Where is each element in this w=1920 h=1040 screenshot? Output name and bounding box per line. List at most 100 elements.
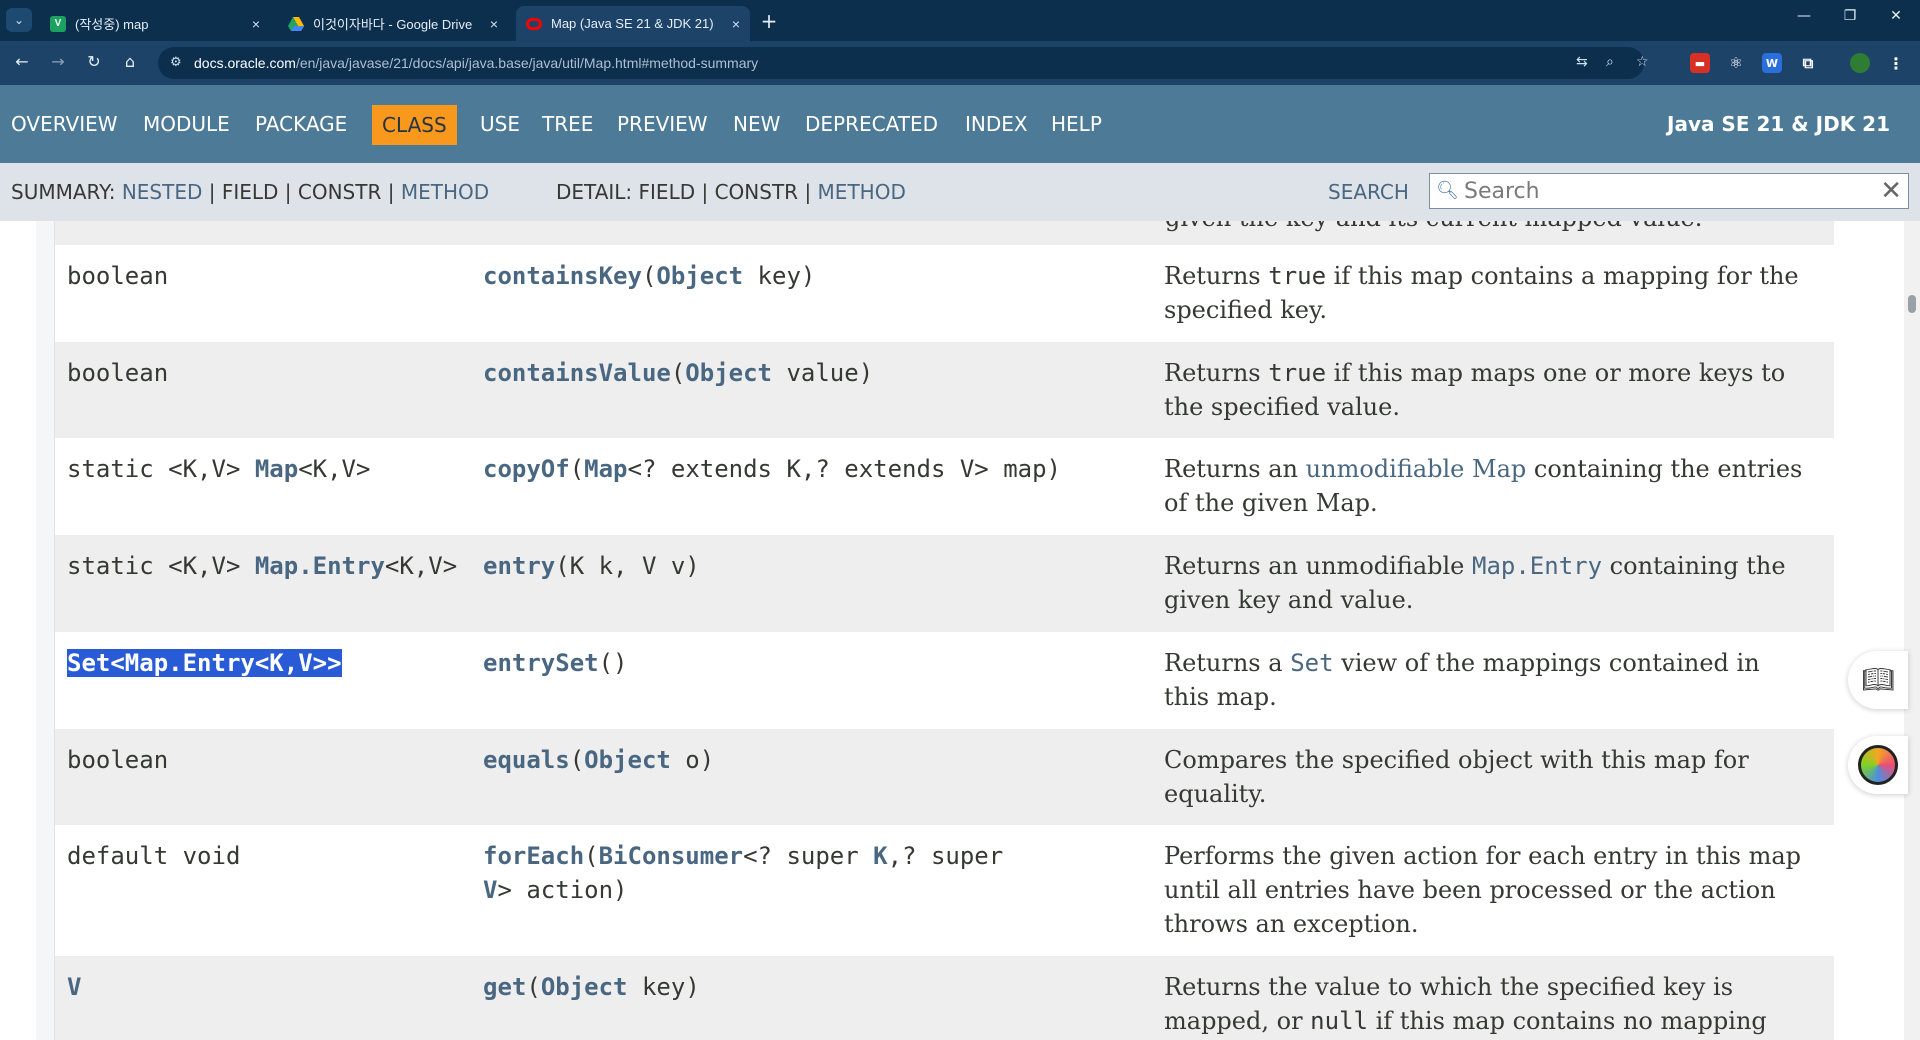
tab-draft-map[interactable]: V (작성중) map × — [40, 6, 270, 41]
method-signature: entry(K k, V v) — [483, 552, 700, 580]
profile-avatar[interactable] — [1850, 53, 1870, 73]
map-entry-link[interactable]: Map.Entry — [1472, 552, 1602, 580]
nav-use[interactable]: USE — [480, 85, 520, 163]
page-scrollbar[interactable] — [1904, 221, 1920, 1040]
type-param-k[interactable]: K — [873, 842, 887, 870]
tab-title: (작성중) map — [75, 17, 149, 32]
url-text[interactable]: docs.oracle.com/en/java/javase/21/docs/a… — [194, 55, 758, 71]
type-link-map-entry[interactable]: Map.Entry — [255, 552, 385, 580]
table-row: Set<Map.Entry<K,V>> entrySet() Returns a… — [55, 632, 1834, 729]
new-tab-button[interactable]: + — [758, 9, 780, 33]
nav-tree[interactable]: TREE — [542, 85, 593, 163]
type-link-map[interactable]: Map — [255, 455, 298, 483]
method-link-copyof[interactable]: copyOf — [483, 455, 570, 483]
forward-icon[interactable]: → — [46, 52, 70, 71]
extensions-puzzle-icon[interactable]: ⧉ — [1798, 53, 1818, 73]
tab-search-button[interactable]: ⌄ — [6, 8, 32, 32]
nav-preview[interactable]: PREVIEW — [617, 85, 708, 163]
tab-title: Map (Java SE 21 & JDK 21) — [551, 16, 714, 31]
nav-help[interactable]: HELP — [1051, 85, 1102, 163]
more-menu-icon[interactable]: ⋮ — [1886, 53, 1906, 73]
method-signature: equals(Object o) — [483, 746, 715, 774]
search-box: 🔍︎ ✕ — [1429, 173, 1909, 209]
nav-module[interactable]: MODULE — [143, 85, 230, 163]
site-info-icon[interactable]: ⚙ — [170, 55, 182, 70]
restore-icon[interactable]: ❐ — [1830, 8, 1870, 24]
search-input[interactable] — [1464, 176, 1854, 206]
method-description: Compares the specified object with this … — [1164, 746, 1749, 808]
minimize-icon[interactable]: — — [1784, 8, 1824, 24]
scrollbar-thumb[interactable] — [1908, 295, 1916, 313]
table-row: default void forEach(BiConsumer<? super … — [55, 825, 1834, 956]
type-link-object[interactable]: Object — [685, 359, 772, 387]
method-signature: forEach(BiConsumer<? super K,? super V> … — [483, 842, 1004, 904]
method-link-foreach[interactable]: forEach — [483, 842, 584, 870]
type-link-object[interactable]: Object — [541, 973, 628, 1001]
selected-text[interactable]: Set<Map.Entry<K,V>> — [67, 649, 342, 677]
method-link-entryset[interactable]: entrySet — [483, 649, 599, 677]
type-param-v[interactable]: V — [67, 973, 81, 1001]
type-link-object[interactable]: Object — [584, 746, 671, 774]
assistant-button[interactable] — [1848, 736, 1908, 794]
react-devtools-icon[interactable]: ⚛ — [1726, 53, 1746, 73]
about-language: Java SE 21 & JDK 21 — [1667, 112, 1890, 136]
search-label: SEARCH — [1328, 180, 1409, 204]
reload-icon[interactable]: ↻ — [82, 52, 106, 71]
address-bar[interactable]: ⚙ docs.oracle.com/en/java/javase/21/docs… — [158, 47, 1649, 79]
type-param-v[interactable]: V — [483, 876, 497, 904]
extension-icon[interactable]: ▬ — [1690, 53, 1710, 73]
type-link-object[interactable]: Object — [656, 262, 743, 290]
chevron-down-icon: ⌄ — [13, 13, 25, 27]
zoom-icon[interactable]: ⌕ — [1606, 54, 1614, 70]
method-link-equals[interactable]: equals — [483, 746, 570, 774]
summary-method-link[interactable]: METHOD — [401, 180, 489, 204]
nav-index[interactable]: INDEX — [965, 85, 1028, 163]
summary-nested-link[interactable]: NESTED — [122, 180, 203, 204]
method-signature: containsValue(Object value) — [483, 359, 874, 387]
method-link-entry[interactable]: entry — [483, 552, 555, 580]
method-link-get[interactable]: get — [483, 973, 526, 1001]
tab-close-icon[interactable]: × — [490, 16, 498, 32]
tab-title: 이것이자바다 - Google Drive — [313, 17, 473, 32]
search-reset-icon[interactable]: ✕ — [1880, 176, 1902, 206]
translate-icon[interactable]: ⇆ — [1576, 54, 1588, 70]
detail-field: FIELD — [638, 180, 696, 204]
summary-field: FIELD — [221, 180, 279, 204]
unmodifiable-map-link[interactable]: unmodifiable Map — [1306, 455, 1527, 483]
method-description: Returns true if this map contains a mapp… — [1164, 262, 1799, 324]
detail-constr: CONSTR — [714, 180, 799, 204]
bookmark-star-icon[interactable]: ☆ — [1636, 54, 1649, 70]
assistant-orb-icon — [1858, 745, 1898, 785]
method-signature: copyOf(Map<? extends K,? extends V> map) — [483, 455, 1061, 483]
table-row-cut-off: given the key and its current mapped val… — [55, 221, 1834, 245]
type-link-map[interactable]: Map — [584, 455, 627, 483]
method-link-containskey[interactable]: containsKey — [483, 262, 642, 290]
nav-deprecated[interactable]: DEPRECATED — [805, 85, 938, 163]
reader-mode-button[interactable]: 📖︎ — [1848, 651, 1908, 709]
summary-nav: SUMMARY: NESTED | FIELD | CONSTR | METHO… — [11, 180, 490, 204]
method-signature: entrySet() — [483, 649, 628, 677]
method-modifier: static <K,V> Map.Entry<K,V> — [67, 552, 458, 580]
detail-nav: DETAIL: FIELD | CONSTR | METHOD — [556, 180, 906, 204]
w-extension-icon[interactable]: W — [1762, 53, 1782, 73]
type-link-biconsumer[interactable]: BiConsumer — [599, 842, 744, 870]
close-window-icon[interactable]: ✕ — [1876, 8, 1916, 24]
nav-new[interactable]: NEW — [733, 85, 780, 163]
method-description: Returns the value to which the specified… — [1164, 973, 1767, 1035]
nav-package[interactable]: PACKAGE — [255, 85, 347, 163]
tab-google-drive[interactable]: 이것이자바다 - Google Drive × — [278, 6, 508, 41]
nav-overview[interactable]: OVERVIEW — [11, 85, 118, 163]
method-link-containsvalue[interactable]: containsValue — [483, 359, 671, 387]
tab-close-icon[interactable]: × — [252, 16, 260, 32]
tab-java-map-docs[interactable]: Map (Java SE 21 & JDK 21) × — [516, 6, 750, 41]
tab-close-icon[interactable]: × — [732, 16, 740, 32]
back-icon[interactable]: ← — [10, 52, 34, 71]
method-summary-table: given the key and its current mapped val… — [0, 221, 1904, 1040]
detail-method-link[interactable]: METHOD — [818, 180, 906, 204]
method-modifier: boolean — [67, 746, 169, 774]
set-link[interactable]: Set — [1290, 649, 1333, 677]
method-description: Performs the given action for each entry… — [1164, 842, 1802, 938]
home-icon[interactable]: ⌂ — [118, 52, 142, 71]
browser-tab-bar: ⌄ V (작성중) map × 이것이자바다 - Google Drive × … — [0, 0, 1920, 41]
table-row: boolean equals(Object o) Compares the sp… — [55, 729, 1834, 825]
